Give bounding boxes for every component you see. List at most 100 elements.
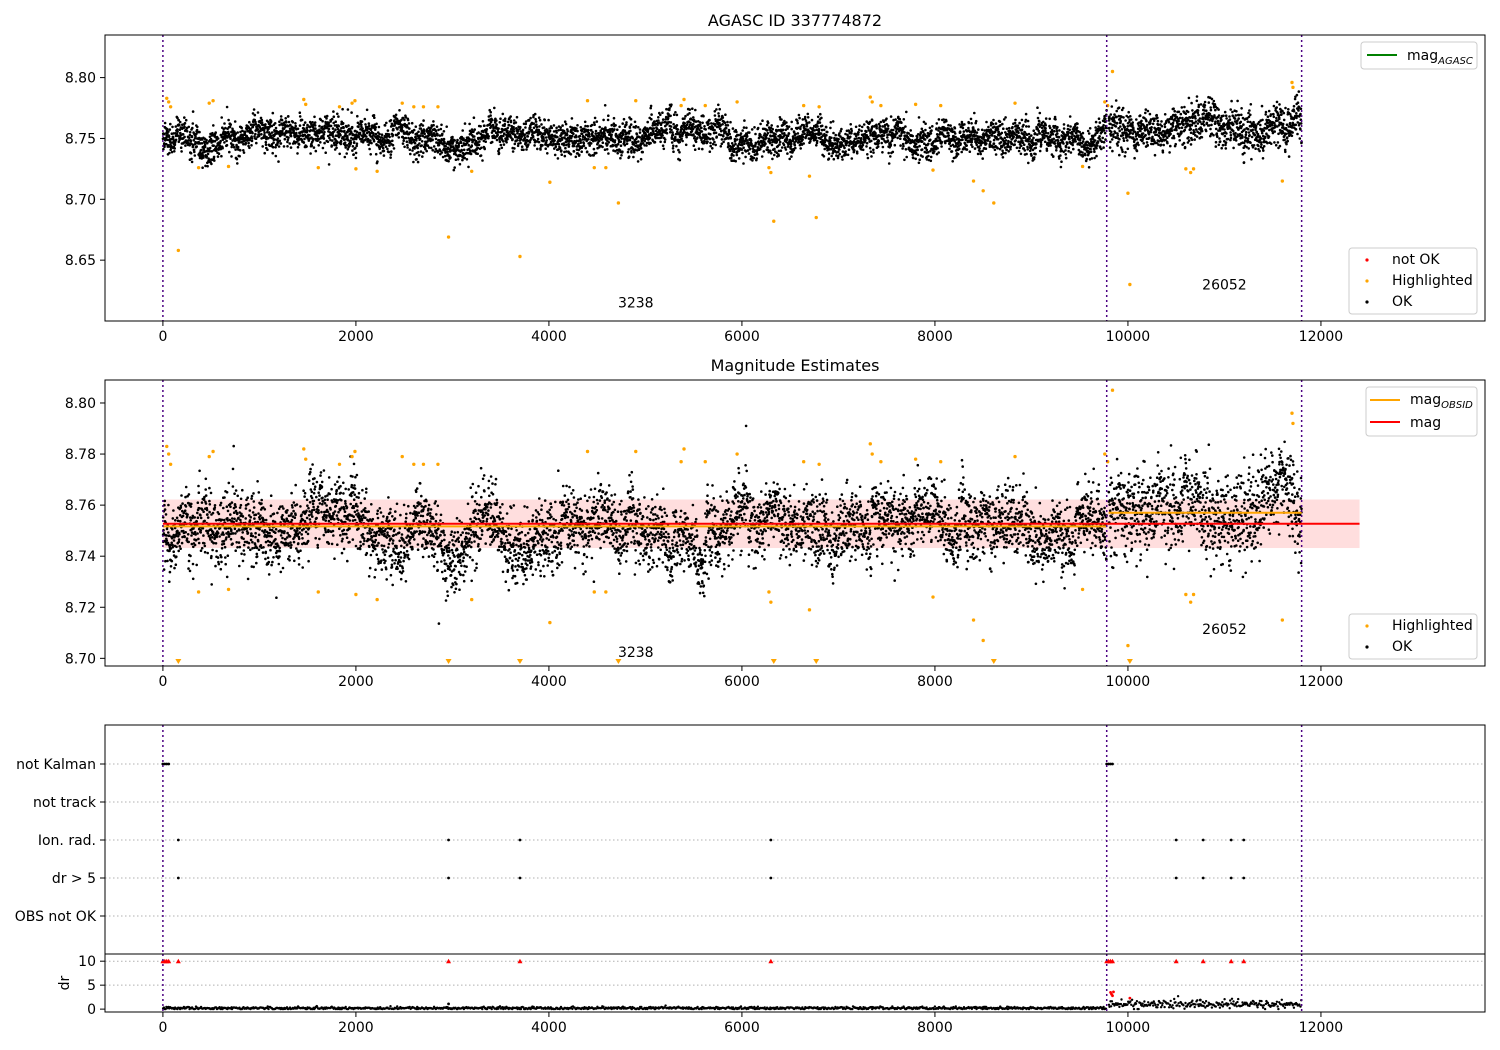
ok-point	[367, 122, 371, 125]
ok-point	[295, 131, 298, 135]
ok-point	[632, 155, 635, 159]
ok-point	[1067, 149, 1070, 153]
ok-point	[719, 145, 723, 148]
ok-point	[465, 158, 469, 161]
ok-point	[1022, 143, 1026, 146]
ok-point	[1030, 154, 1033, 157]
ok-point	[1033, 132, 1037, 136]
ok-point	[876, 145, 880, 148]
ok-point	[499, 143, 503, 147]
ok-point	[1055, 129, 1059, 133]
ok-point	[503, 119, 507, 123]
ok-point	[914, 142, 918, 146]
ok-point	[826, 130, 829, 134]
ok-point	[414, 125, 418, 128]
ok-point	[1124, 151, 1127, 154]
ok-point	[773, 147, 776, 151]
ok-point	[321, 119, 324, 123]
ok-point	[389, 156, 392, 159]
ok-point	[225, 105, 229, 109]
ok-point	[1062, 123, 1066, 126]
ok-point	[463, 122, 467, 125]
ok-point	[270, 131, 274, 134]
ok-point	[298, 124, 302, 127]
ok-point	[174, 138, 178, 142]
ok-point	[1116, 134, 1119, 137]
ok-point	[535, 123, 538, 126]
ok-point	[641, 150, 644, 154]
ok-point	[607, 141, 611, 144]
ok-point	[383, 124, 387, 127]
ok-point	[1098, 135, 1101, 138]
ok-point	[984, 147, 988, 150]
ok-point	[555, 131, 558, 134]
ok-point	[563, 154, 567, 158]
ok-point	[276, 137, 280, 140]
ok-point	[214, 131, 217, 134]
ok-point	[1039, 143, 1043, 146]
ok-point	[233, 120, 237, 123]
ok-point	[376, 160, 379, 163]
ok-point	[411, 149, 414, 152]
ok-point	[1027, 132, 1031, 136]
ok-point	[417, 150, 420, 154]
ok-point	[532, 126, 536, 130]
ok-point	[870, 119, 874, 122]
ok-point	[453, 139, 457, 142]
ok-point	[960, 150, 963, 154]
ok-point	[1052, 155, 1055, 158]
ok-point	[727, 128, 731, 132]
ok-point	[572, 150, 576, 153]
ok-point	[1109, 113, 1113, 116]
ok-point	[223, 141, 226, 144]
ok-point	[593, 116, 597, 120]
ok-point	[940, 140, 944, 144]
ok-point	[887, 151, 890, 155]
ok-point	[374, 152, 378, 156]
ok-point	[1046, 132, 1050, 135]
ok-point	[1095, 146, 1098, 150]
ok-point	[487, 135, 491, 138]
ok-point	[368, 124, 371, 128]
ok-point	[386, 129, 390, 132]
ok-point	[815, 144, 818, 147]
ok-point	[467, 165, 470, 169]
ok-point	[1048, 117, 1051, 121]
ok-point	[506, 120, 510, 124]
ok-point	[564, 146, 567, 150]
ok-point	[489, 114, 492, 117]
ok-point	[1089, 150, 1093, 154]
ok-point	[483, 147, 487, 151]
ok-point	[698, 121, 702, 124]
ok-point	[1094, 120, 1098, 124]
ok-point	[1118, 153, 1121, 157]
ok-point	[961, 126, 965, 130]
ok-point	[971, 145, 974, 149]
ok-point	[534, 117, 537, 121]
ok-point	[179, 146, 183, 149]
ok-point	[1088, 127, 1092, 130]
ok-point	[837, 150, 840, 153]
ok-point	[700, 126, 703, 130]
ok-point	[670, 103, 673, 106]
ok-point	[411, 131, 415, 134]
ok-point	[274, 146, 277, 149]
ok-point	[729, 120, 732, 124]
ok-point	[334, 120, 338, 123]
ok-point	[263, 131, 266, 134]
ok-point	[225, 139, 228, 143]
ok-point	[415, 137, 418, 140]
ok-point	[776, 125, 779, 128]
ok-point	[361, 127, 364, 130]
ok-point	[703, 125, 706, 128]
ok-point	[274, 126, 278, 130]
ok-point	[499, 117, 502, 120]
ok-point	[378, 132, 381, 136]
ok-point	[357, 125, 360, 129]
ok-point	[730, 142, 734, 145]
ok-point	[830, 136, 833, 140]
ok-point	[607, 152, 610, 155]
ok-point	[260, 133, 263, 136]
ok-point	[407, 122, 411, 125]
ok-point	[1104, 117, 1107, 121]
